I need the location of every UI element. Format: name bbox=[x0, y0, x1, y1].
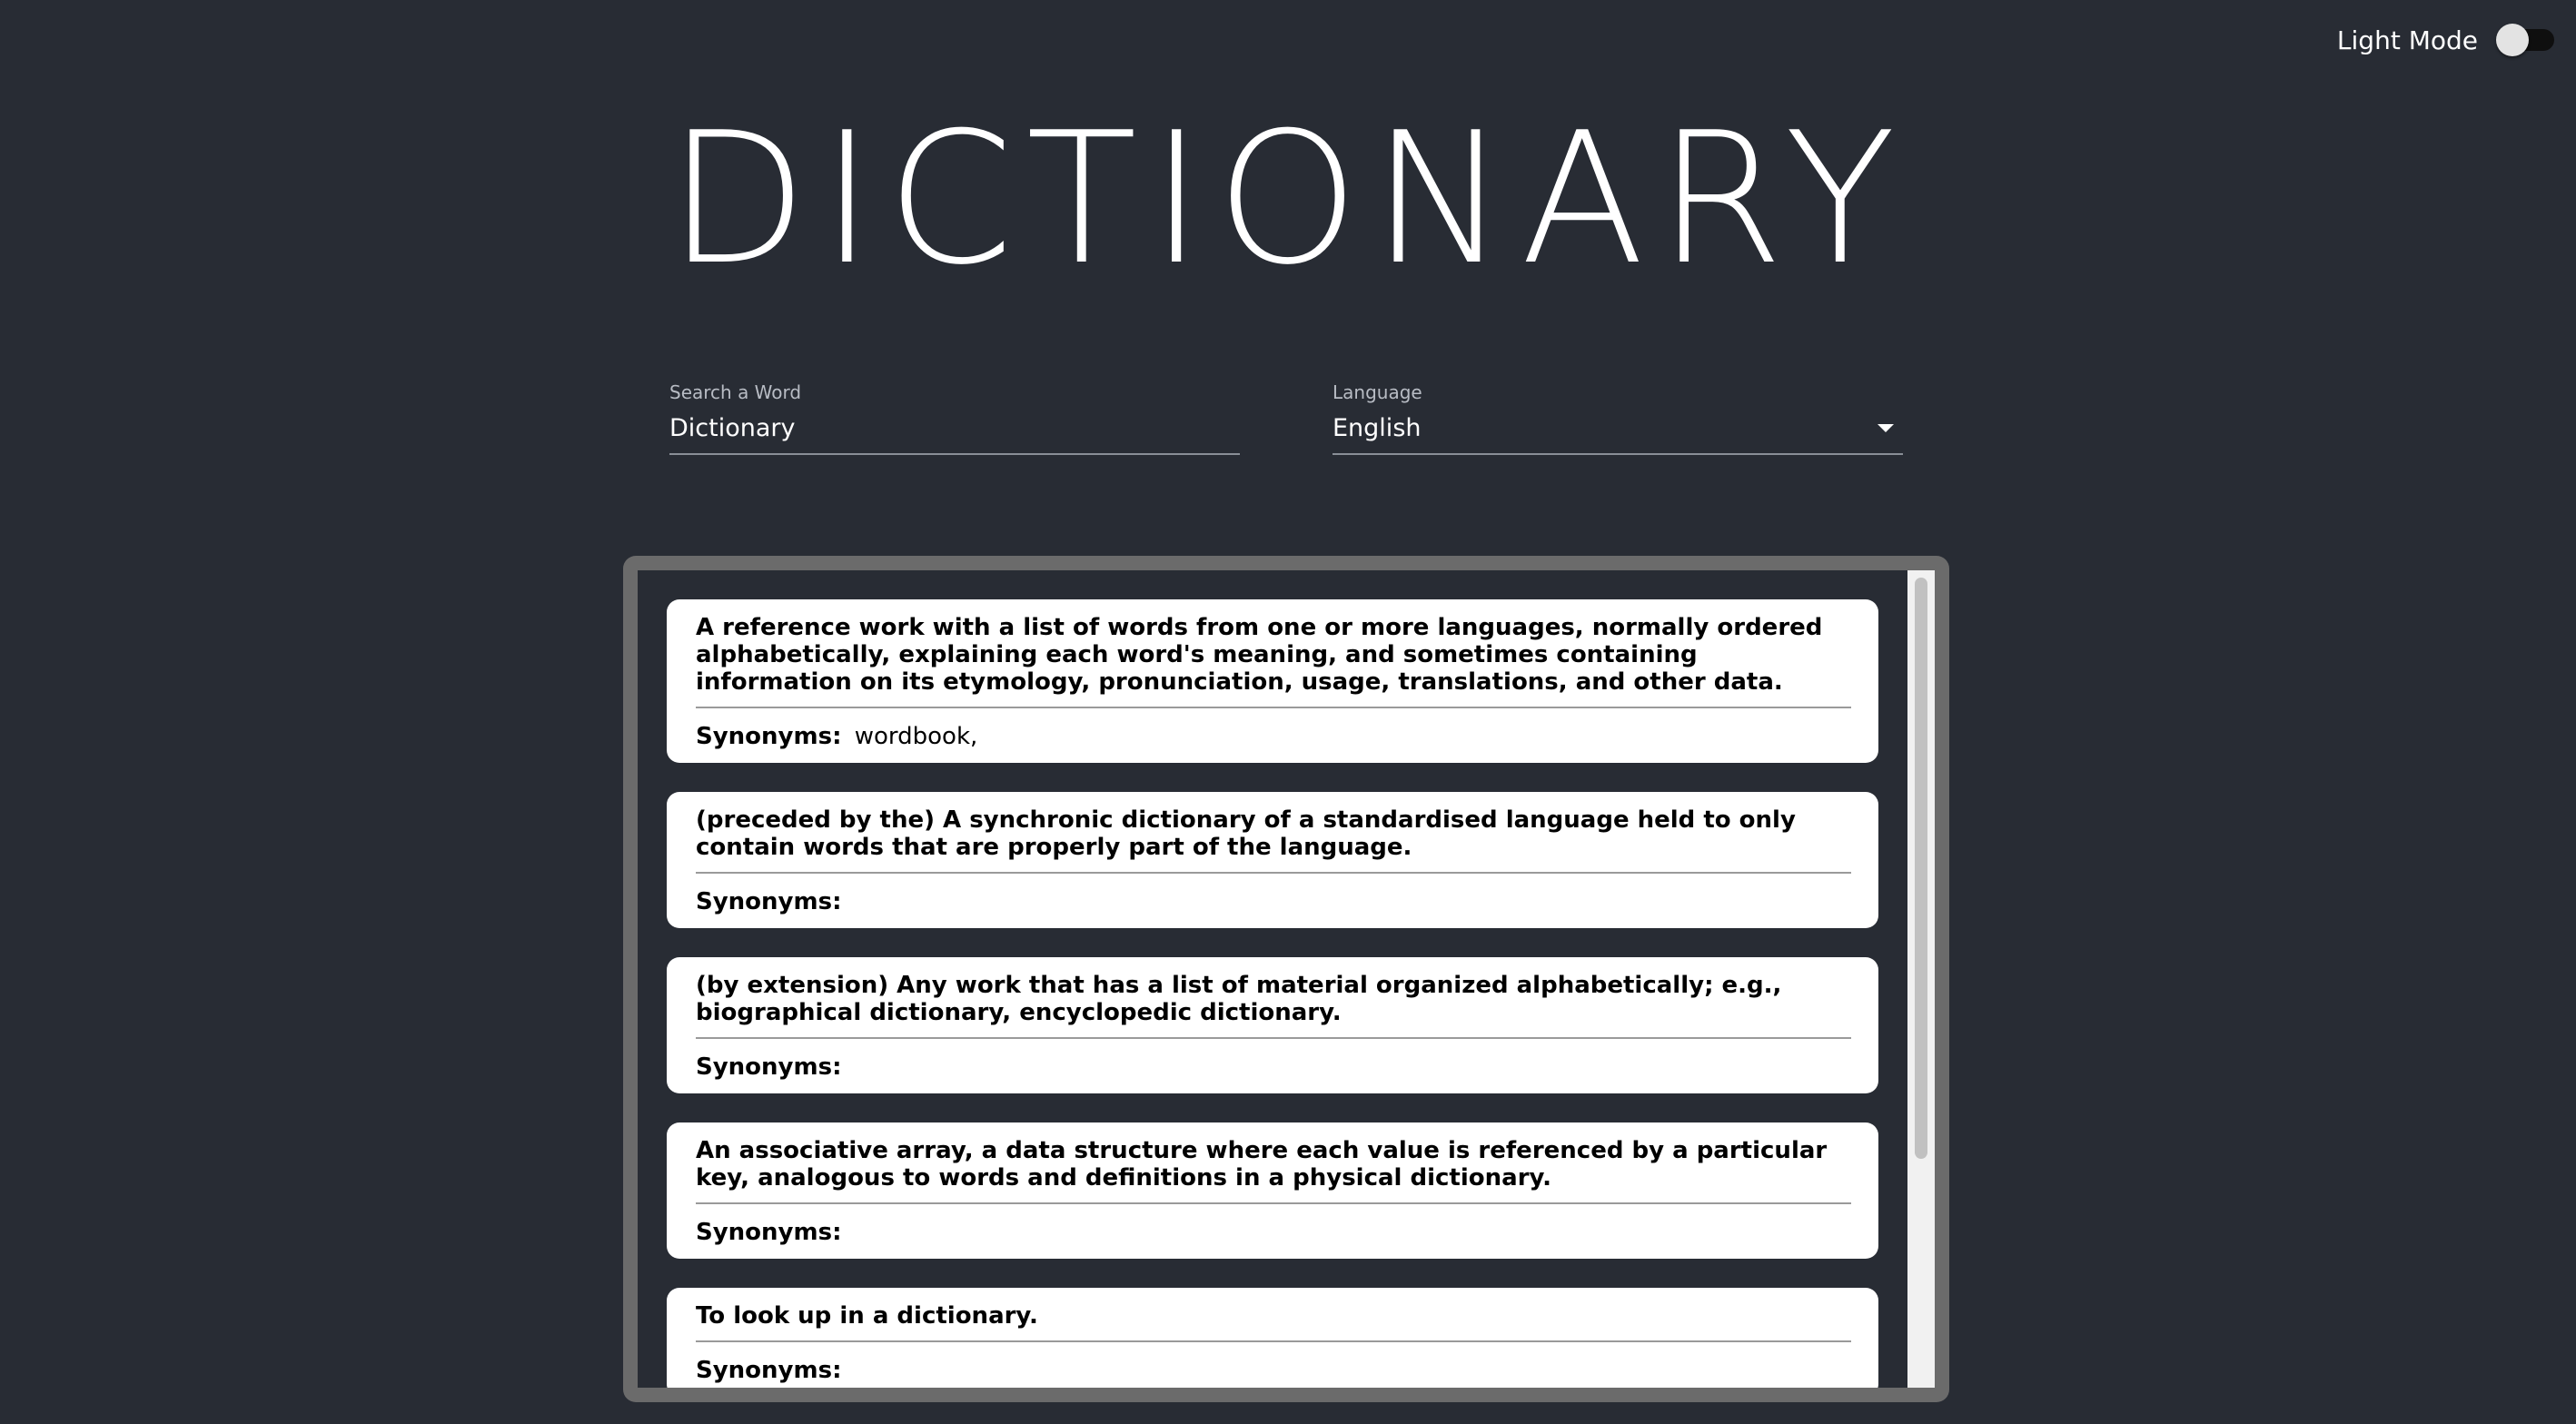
definition-text: (preceded by the) A synchronic dictionar… bbox=[696, 806, 1851, 874]
meaning-card: To look up in a dictionary. Synonyms: bbox=[667, 1288, 1878, 1388]
meaning-card: A reference work with a list of words fr… bbox=[667, 599, 1878, 763]
language-selected-value: English bbox=[1333, 414, 1422, 442]
scrollbar-thumb[interactable] bbox=[1915, 578, 1927, 1159]
synonyms-label: Synonyms: bbox=[696, 888, 842, 915]
theme-toggle-label: Light Mode bbox=[2336, 25, 2478, 55]
results-frame: A reference work with a list of words fr… bbox=[623, 556, 1949, 1402]
meanings-list: A reference work with a list of words fr… bbox=[667, 599, 1878, 1388]
definition-text: An associative array, a data structure w… bbox=[696, 1137, 1851, 1204]
switch-thumb[interactable] bbox=[2496, 24, 2529, 56]
definition-text: (by extension) Any work that has a list … bbox=[696, 972, 1851, 1039]
synonyms-row: Synonyms: bbox=[696, 1053, 1851, 1081]
synonyms-label: Synonyms: bbox=[696, 1357, 842, 1384]
meaning-card: (preceded by the) A synchronic dictionar… bbox=[667, 792, 1878, 928]
definition-text: A reference work with a list of words fr… bbox=[696, 614, 1851, 708]
synonyms-row: Synonyms: bbox=[696, 888, 1851, 915]
synonyms-row: Synonyms: wordbook, bbox=[696, 723, 1851, 750]
language-field: Language English bbox=[1333, 381, 1903, 455]
search-input[interactable] bbox=[669, 410, 1240, 455]
theme-toggle: Light Mode bbox=[2337, 22, 2554, 58]
synonyms-value: wordbook, bbox=[854, 723, 978, 750]
search-controls: Search a Word Language English bbox=[669, 381, 1903, 455]
synonyms-row: Synonyms: bbox=[696, 1357, 1851, 1384]
language-field-label: Language bbox=[1333, 381, 1422, 403]
synonyms-label: Synonyms: bbox=[696, 723, 842, 750]
synonyms-row: Synonyms: bbox=[696, 1219, 1851, 1246]
synonyms-label: Synonyms: bbox=[696, 1219, 842, 1246]
language-select[interactable]: English bbox=[1333, 410, 1903, 455]
page-title: DICTIONARY bbox=[668, 94, 1908, 305]
search-field: Search a Word bbox=[669, 381, 1240, 455]
results-scrollbar[interactable] bbox=[1907, 570, 1935, 1388]
meaning-card: (by extension) Any work that has a list … bbox=[667, 957, 1878, 1093]
definition-text: To look up in a dictionary. bbox=[696, 1302, 1851, 1342]
meaning-card: An associative array, a data structure w… bbox=[667, 1122, 1878, 1259]
light-mode-switch[interactable] bbox=[2496, 22, 2554, 58]
results-scroll-area[interactable]: A reference work with a list of words fr… bbox=[638, 570, 1935, 1388]
caret-down-icon[interactable] bbox=[1878, 424, 1894, 432]
search-field-label: Search a Word bbox=[669, 381, 802, 403]
synonyms-label: Synonyms: bbox=[696, 1053, 842, 1081]
